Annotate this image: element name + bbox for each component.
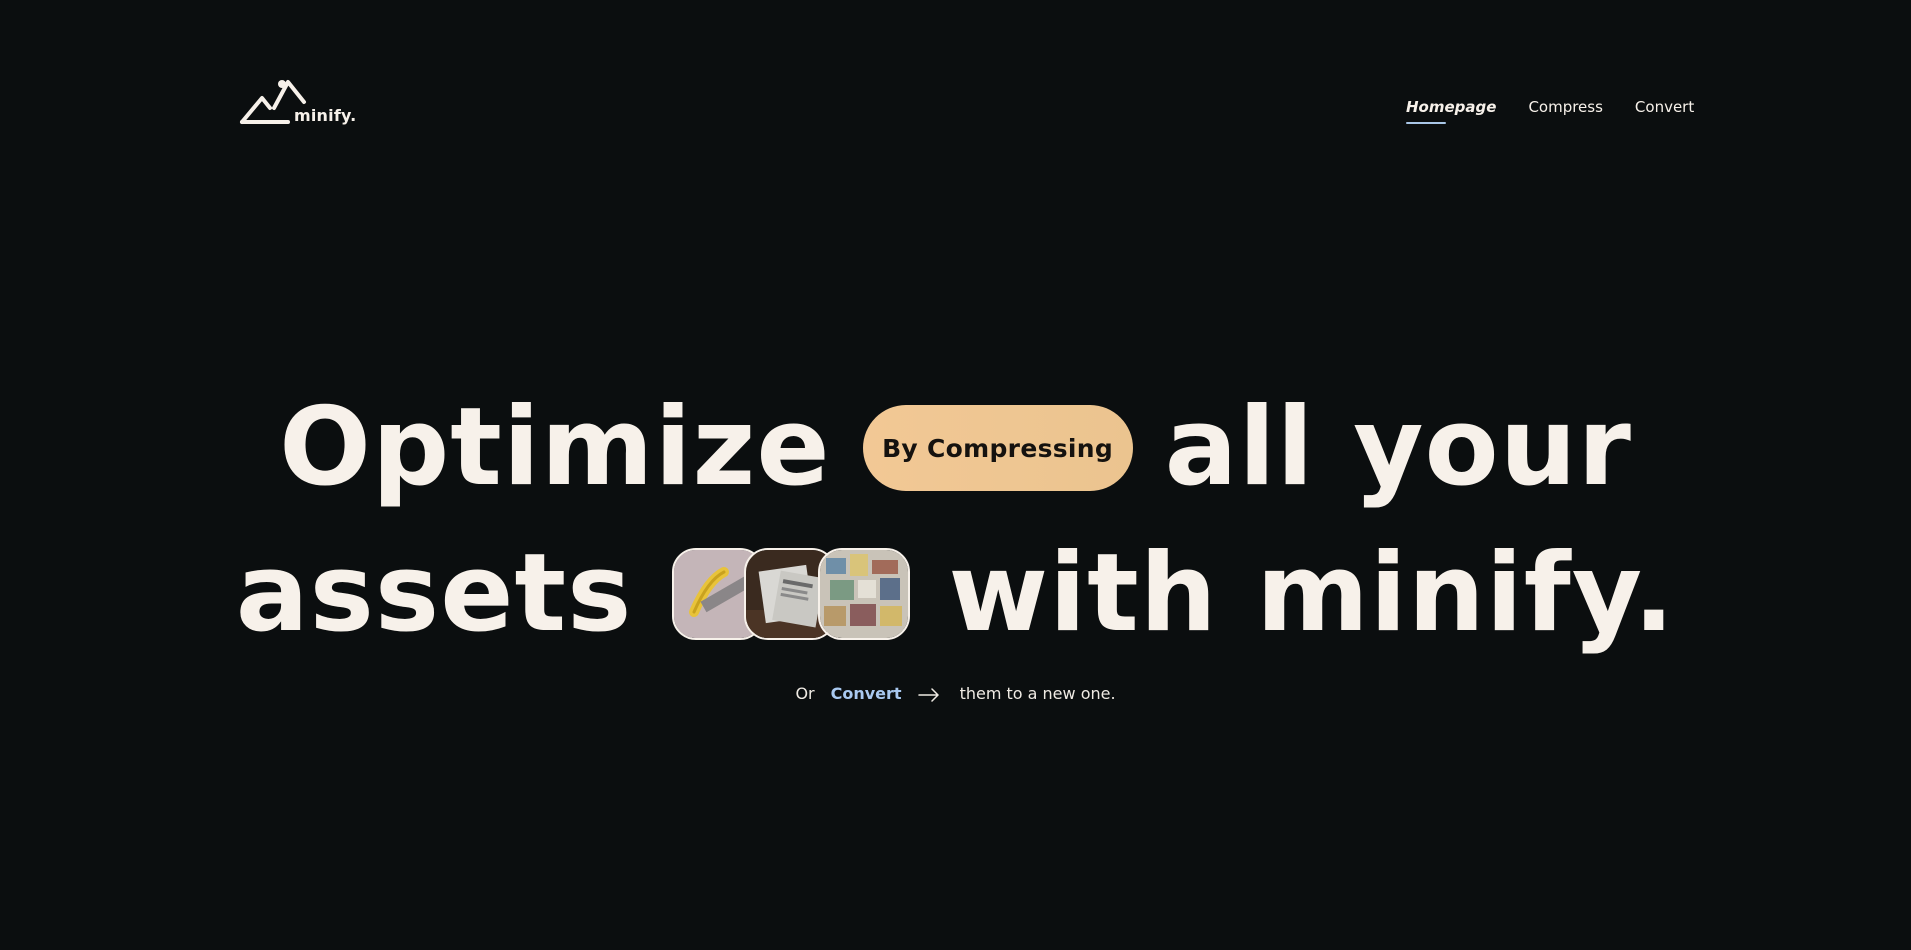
hero-words-all-your: all your bbox=[1164, 385, 1632, 510]
collage-image bbox=[818, 548, 911, 640]
brand-name: minify. bbox=[294, 106, 357, 125]
main-nav: Homepage Compress Convert bbox=[1406, 98, 1694, 124]
compress-mode-pill-button[interactable]: By Compressing bbox=[862, 405, 1133, 491]
hero-heading-line-1: Optimize By Compressing all your bbox=[0, 390, 1911, 506]
hero-words-with-minify: with minify. bbox=[948, 531, 1676, 656]
convert-link[interactable]: Convert bbox=[831, 684, 902, 703]
hero-subline: Or Convert them to a new one. bbox=[0, 684, 1911, 703]
page: minify. Homepage Compress Convert Optimi… bbox=[0, 0, 1911, 950]
brand-logo[interactable]: minify. bbox=[238, 78, 356, 128]
hero-word-optimize: Optimize bbox=[279, 385, 831, 510]
hero-word-assets: assets bbox=[235, 531, 633, 656]
asset-thumbnails bbox=[672, 548, 911, 640]
subline-suffix: them to a new one. bbox=[959, 684, 1116, 703]
nav-item-convert[interactable]: Convert bbox=[1635, 98, 1694, 124]
arrow-right-icon[interactable] bbox=[917, 687, 940, 702]
hero-heading-line-2: assets with minify. bbox=[0, 536, 1911, 652]
nav-item-homepage[interactable]: Homepage bbox=[1406, 98, 1496, 124]
subline-prefix: Or bbox=[795, 684, 815, 703]
nav-item-compress[interactable]: Compress bbox=[1528, 98, 1602, 124]
